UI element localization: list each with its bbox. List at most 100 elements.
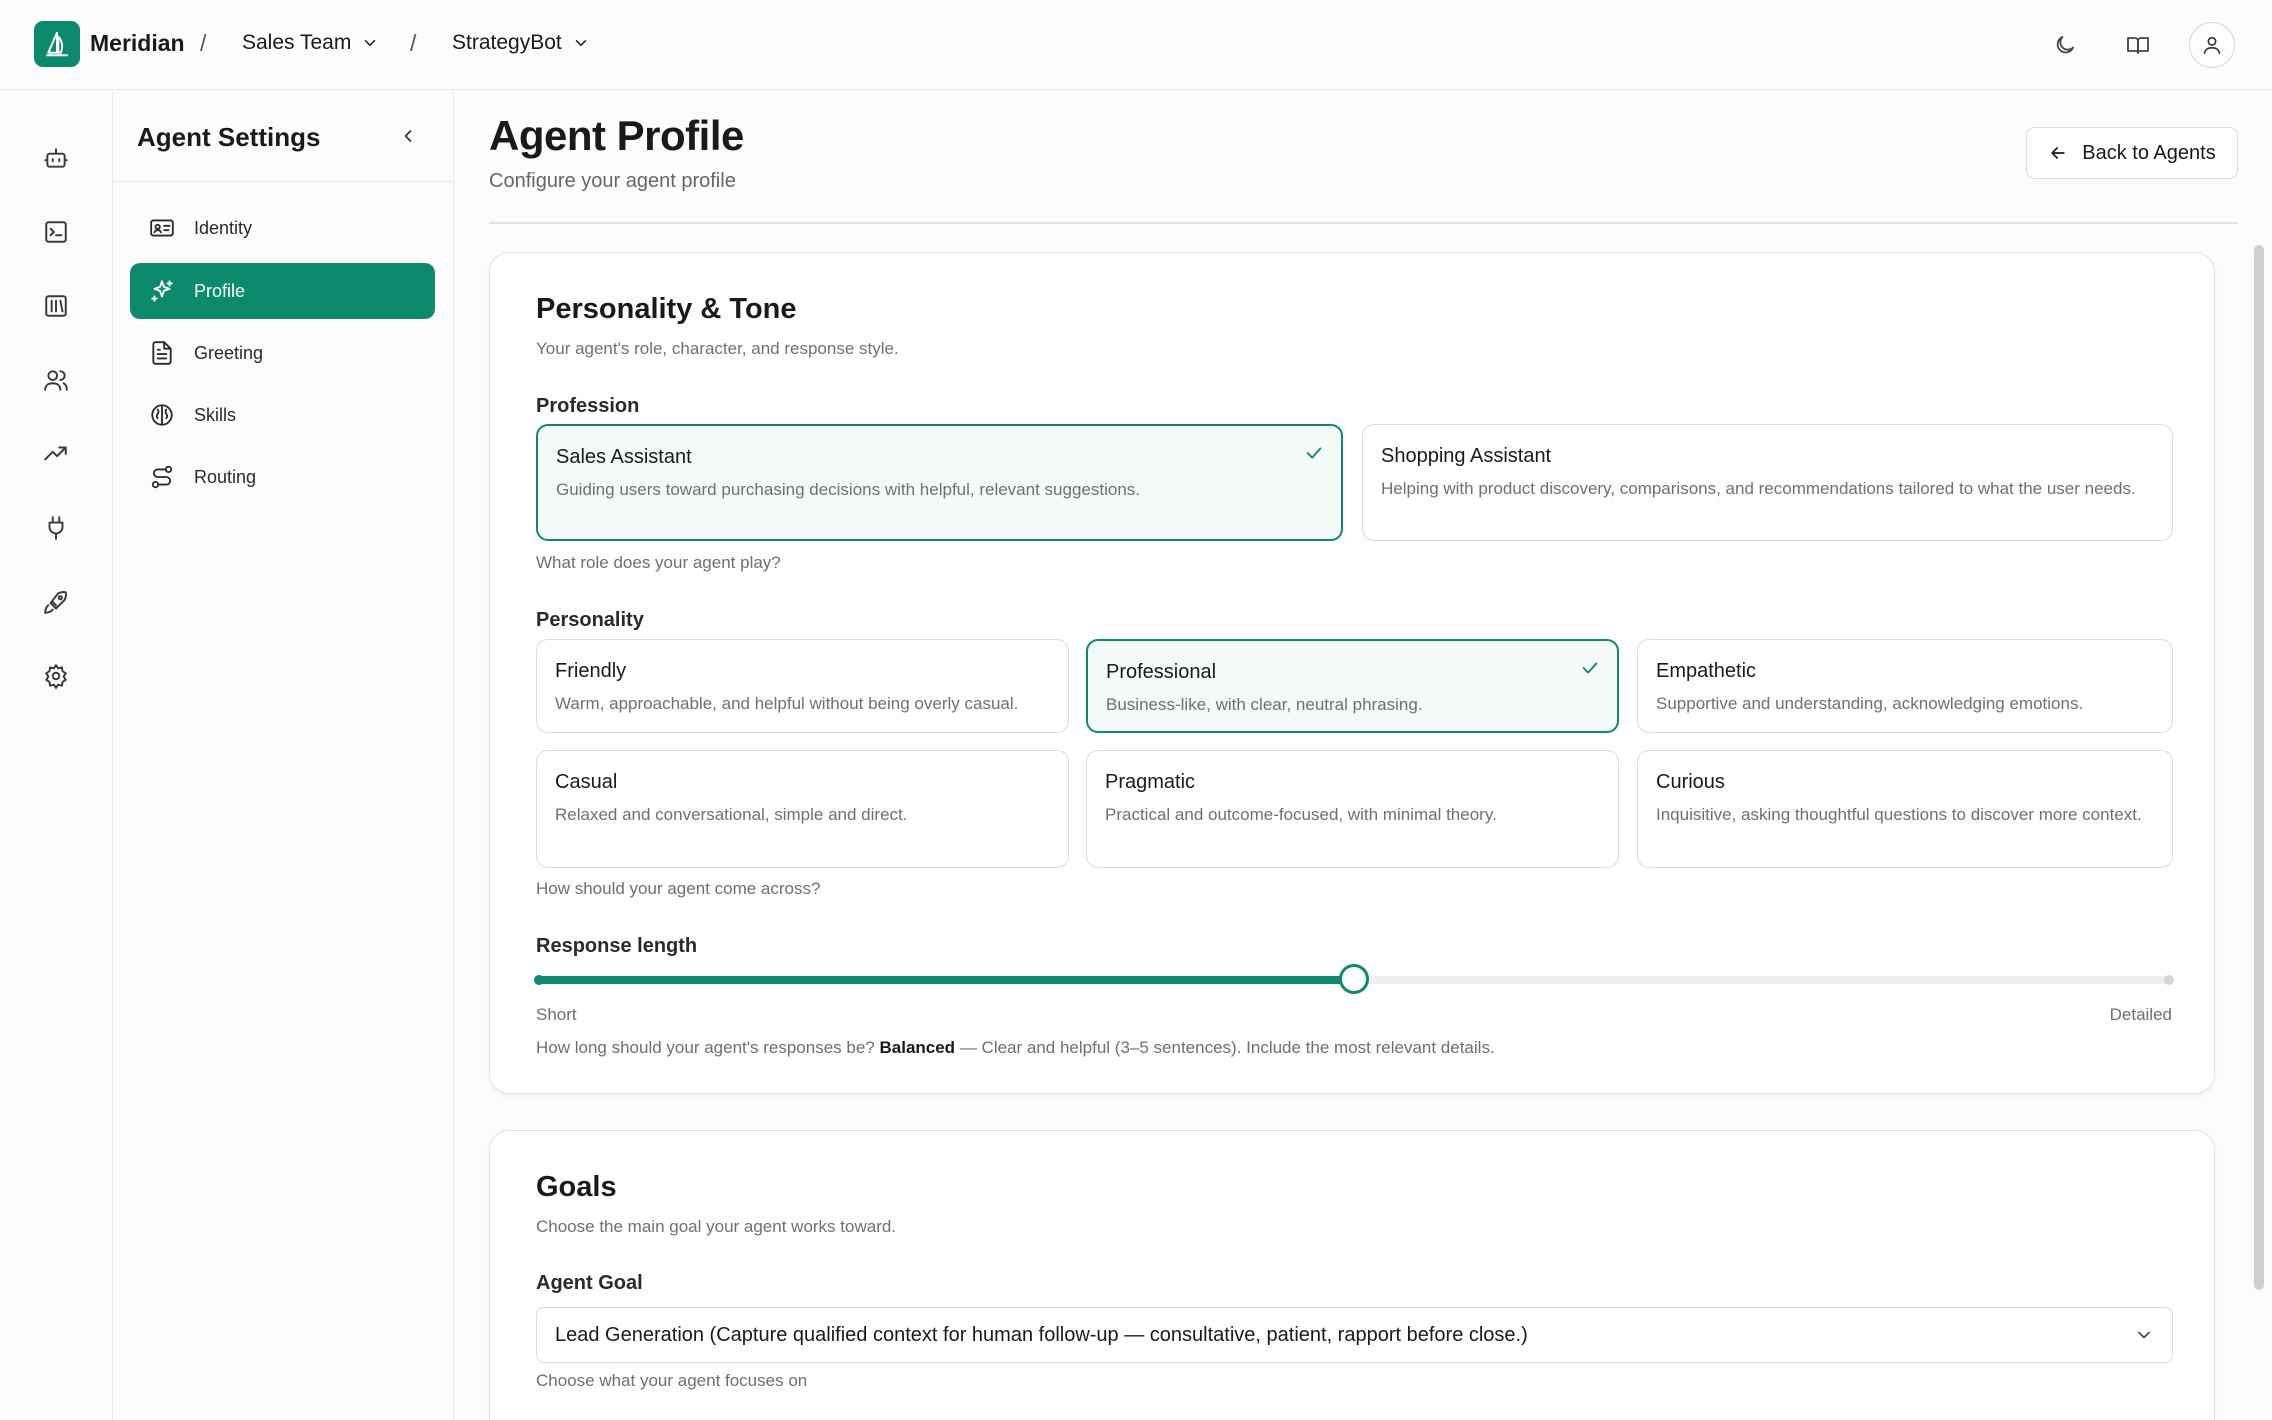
option-description: Business-like, with clear, neutral phras…: [1106, 695, 1423, 714]
option-description: Inquisitive, asking thoughtful questions…: [1656, 805, 2142, 824]
check-icon: [1303, 442, 1325, 464]
page-title: Agent Profile: [489, 112, 744, 159]
sidebar-item-greeting[interactable]: Greeting: [130, 325, 435, 381]
agent-goal-value: Lead Generation (Capture qualified conte…: [555, 1323, 1528, 1346]
personality-option-casual[interactable]: Casual Relaxed and conversational, simpl…: [536, 750, 1069, 868]
back-label: Back to Agents: [2082, 141, 2216, 164]
users-icon[interactable]: [38, 362, 74, 398]
personality-help: How should your agent come across?: [536, 879, 821, 898]
profession-option-sales-assistant[interactable]: Sales Assistant Guiding users toward pur…: [536, 424, 1343, 541]
arrow-left-icon: [2048, 143, 2068, 163]
card-title: Goals: [536, 1171, 617, 1203]
sidebar-item-label: Profile: [194, 280, 246, 301]
chevron-left-icon: [398, 126, 418, 146]
user-avatar[interactable]: [2189, 22, 2235, 68]
sidebar-item-profile[interactable]: Profile: [130, 263, 435, 319]
agent-goal-label: Agent Goal: [536, 1272, 643, 1294]
brand-name[interactable]: Meridian: [90, 30, 185, 57]
chevron-down-icon: [2134, 1325, 2154, 1345]
user-icon: [2201, 34, 2223, 56]
agent-goal-select[interactable]: Lead Generation (Capture qualified conte…: [536, 1307, 2173, 1363]
option-title: Curious: [1656, 771, 1725, 793]
icon-rail: [0, 90, 113, 1420]
option-title: Shopping Assistant: [1381, 445, 1552, 467]
sparkles-icon: [147, 276, 177, 306]
breadcrumb-separator: /: [410, 30, 417, 56]
option-description: Practical and outcome-focused, with mini…: [1105, 805, 1497, 824]
response-length-label: Response length: [536, 935, 698, 957]
sidebar-title: Agent Settings: [137, 122, 321, 152]
option-title: Professional: [1106, 661, 1217, 683]
slider-max-label: Detailed: [2109, 1005, 2172, 1024]
slider-start-dot: [534, 975, 544, 985]
option-description: Relaxed and conversational, simple and d…: [555, 805, 908, 824]
brain-icon: [147, 400, 177, 430]
rocket-icon[interactable]: [38, 584, 74, 620]
card-description: Your agent's role, character, and respon…: [536, 339, 899, 358]
plug-icon[interactable]: [38, 510, 74, 546]
personality-option-empathetic[interactable]: Empathetic Supportive and understanding,…: [1637, 639, 2173, 733]
option-title: Casual: [555, 771, 618, 793]
top-bar: Meridian / Sales Team / StrategyBot: [0, 0, 2272, 90]
option-description: Helping with product discovery, comparis…: [1381, 479, 2136, 498]
profession-option-shopping-assistant[interactable]: Shopping Assistant Helping with product …: [1362, 424, 2173, 541]
personality-option-pragmatic[interactable]: Pragmatic Practical and outcome-focused,…: [1086, 750, 1619, 868]
header-divider: [489, 222, 2238, 224]
scrollbar[interactable]: [2254, 245, 2264, 1290]
personality-option-curious[interactable]: Curious Inquisitive, asking thoughtful q…: [1637, 750, 2173, 868]
sidebar-item-label: Routing: [194, 466, 257, 487]
option-description: Warm, approachable, and helpful without …: [555, 694, 1019, 713]
slider-end-dot: [2164, 975, 2174, 985]
response-length-slider[interactable]: [534, 964, 2174, 994]
sidebar-item-skills[interactable]: Skills: [130, 387, 435, 443]
slider-fill: [536, 976, 1354, 984]
chevron-down-icon: [361, 34, 379, 52]
collapse-sidebar-button[interactable]: [394, 122, 422, 150]
sidebar-item-identity[interactable]: Identity: [130, 200, 435, 256]
team-switcher[interactable]: Sales Team: [242, 31, 379, 55]
settings-icon[interactable]: [38, 658, 74, 694]
page-subtitle: Configure your agent profile: [489, 170, 736, 192]
sidebar-item-label: Skills: [194, 404, 237, 425]
slider-thumb[interactable]: [1339, 964, 1369, 994]
goals-card: Goals Choose the main goal your agent wo…: [489, 1130, 2215, 1420]
terminal-icon[interactable]: [38, 214, 74, 250]
slider-min-label: Short: [536, 1005, 577, 1024]
book-open-icon[interactable]: [2121, 28, 2155, 62]
document-icon: [147, 338, 177, 368]
breadcrumb-separator: /: [200, 30, 207, 56]
option-title: Empathetic: [1656, 660, 1757, 682]
option-description: Supportive and understanding, acknowledg…: [1656, 694, 2084, 713]
sidebar-item-label: Greeting: [194, 342, 264, 363]
card-description: Choose the main goal your agent works to…: [536, 1217, 897, 1236]
response-length-value: Balanced: [879, 1038, 956, 1057]
profession-label: Profession: [536, 395, 640, 417]
sidebar-item-routing[interactable]: Routing: [130, 449, 435, 505]
meridian-logo-icon[interactable]: [34, 21, 80, 67]
sidebar-item-label: Identity: [194, 217, 253, 238]
check-icon: [1579, 657, 1601, 679]
response-length-value-desc: — Clear and helpful (3–5 sentences). Inc…: [959, 1038, 1495, 1057]
sidebar-header: Agent Settings: [113, 90, 452, 182]
agent-goal-help: Choose what your agent focuses on: [536, 1371, 808, 1390]
agent-name: StrategyBot: [452, 31, 562, 54]
card-title: Personality & Tone: [536, 293, 797, 325]
option-title: Friendly: [555, 660, 627, 682]
chevron-down-icon: [572, 34, 590, 52]
personality-option-friendly[interactable]: Friendly Warm, approachable, and helpful…: [536, 639, 1069, 733]
personality-option-professional[interactable]: Professional Business-like, with clear, …: [1086, 639, 1619, 733]
response-length-help: How long should your agent's responses b…: [536, 1038, 1495, 1058]
personality-card: Personality & Tone Your agent's role, ch…: [489, 252, 2215, 1094]
help-prefix: How long should your agent's responses b…: [536, 1038, 875, 1057]
agent-switcher[interactable]: StrategyBot: [452, 31, 590, 55]
back-to-agents-button[interactable]: Back to Agents: [2026, 127, 2238, 179]
id-card-icon: [147, 213, 177, 243]
trending-up-icon[interactable]: [38, 436, 74, 472]
moon-icon[interactable]: [2048, 28, 2082, 62]
settings-sidebar: Agent Settings Identity Profile Greeting…: [113, 90, 454, 1420]
personality-label: Personality: [536, 609, 644, 631]
option-title: Sales Assistant: [556, 446, 692, 468]
library-icon[interactable]: [38, 288, 74, 324]
bot-icon[interactable]: [38, 140, 74, 176]
route-icon: [147, 462, 177, 492]
